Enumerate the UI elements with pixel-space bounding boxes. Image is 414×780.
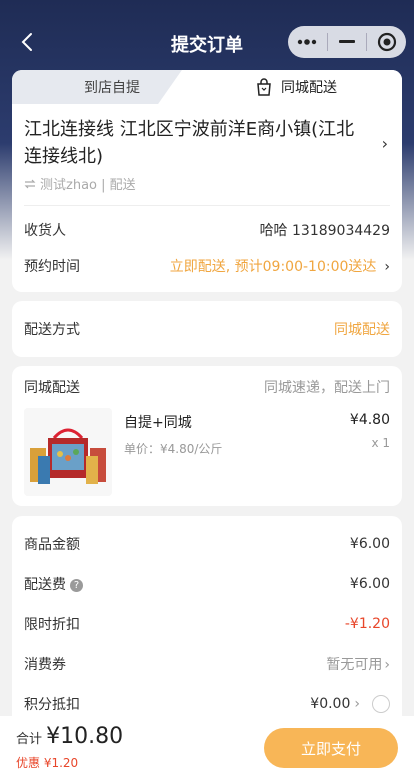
goods-section-title: 同城配送 xyxy=(24,380,80,396)
goods-section-subtitle: 同城速递，配送上门 xyxy=(264,380,390,396)
shipping-row: 配送费? ¥6.00 xyxy=(12,572,402,596)
goods-total-row: 商品金额 ¥6.00 xyxy=(12,516,402,572)
tab-delivery-label: 同城配送 xyxy=(281,80,337,96)
delivery-method-value: 同城配送 xyxy=(334,322,390,338)
receiver-value: 哈哈 13189034429 xyxy=(259,223,390,239)
schedule-value: 立即配送, 预计09:00-10:00送达 xyxy=(169,259,377,275)
coupon-value: 暂无可用 xyxy=(326,657,383,673)
discount-row: 限时折扣 -¥1.20 xyxy=(12,596,402,652)
receiver-label: 收货人 xyxy=(24,223,66,239)
goods-quantity: x 1 xyxy=(371,436,390,450)
close-button[interactable] xyxy=(367,26,406,58)
shopping-bag-icon xyxy=(257,78,271,96)
delivery-method-card[interactable]: 配送方式 同城配送 xyxy=(12,301,402,357)
more-button[interactable] xyxy=(288,26,327,58)
goods-total-value: ¥6.00 xyxy=(349,536,390,552)
total-amount: ¥10.80 xyxy=(46,724,124,749)
more-dots-icon xyxy=(298,39,317,45)
address-title: 江北连接线 江北区宁波前洋E商小镇(江北连接线北) xyxy=(24,119,355,167)
shipping-label: 配送费 xyxy=(24,577,66,593)
pay-now-button[interactable]: 立即支付 xyxy=(264,728,398,768)
address-contact: 测试zhao | 配送 xyxy=(24,174,390,206)
chevron-right-icon: › xyxy=(384,657,390,673)
minus-icon xyxy=(338,40,355,43)
goods-total-label: 商品金额 xyxy=(24,537,80,553)
goods-item: 自提+同城 单价：¥4.80/公斤 ¥4.80 x 1 xyxy=(12,408,402,496)
address-selector[interactable]: 江北连接线 江北区宁波前洋E商小镇(江北连接线北) › 测试zhao | 配送 xyxy=(12,104,402,206)
chevron-right-icon: › xyxy=(384,259,390,275)
discount-value: -¥1.20 xyxy=(344,616,390,632)
receiver-row: 收货人 哈哈 13189034429 xyxy=(12,208,402,252)
points-value: ¥0.00 xyxy=(310,696,351,712)
goods-unit-price: 单价：¥4.80/公斤 xyxy=(124,442,223,456)
goods-amount: ¥4.80 xyxy=(349,412,390,428)
navigation-bar: 提交订单 xyxy=(0,22,414,64)
discount-label: 限时折扣 xyxy=(24,617,80,633)
total-label: 合计 xyxy=(16,732,43,747)
help-icon[interactable]: ? xyxy=(70,578,83,592)
schedule-label: 预约时间 xyxy=(24,259,80,275)
summary-card: 商品金额 ¥6.00 配送费? ¥6.00 限时折扣 -¥1.20 消费券 暂无… xyxy=(12,516,402,726)
checkout-bar: 合计 ¥10.80 优惠 ¥1.20 立即支付 xyxy=(0,716,414,780)
delivery-tabs: 到店自提 同城配送 xyxy=(12,70,402,104)
coupon-label: 消费券 xyxy=(24,657,66,673)
chevron-right-icon: › xyxy=(354,696,360,712)
mini-program-capsule xyxy=(288,26,406,58)
contact-text: 测试zhao | 配送 xyxy=(40,178,136,193)
points-radio[interactable] xyxy=(372,695,390,713)
order-total: 合计 ¥10.80 xyxy=(16,724,123,749)
goods-info: 自提+同城 单价：¥4.80/公斤 ¥4.80 x 1 xyxy=(124,408,390,496)
shipping-value: ¥6.00 xyxy=(349,576,390,592)
points-label: 积分抵扣 xyxy=(24,697,80,713)
swap-icon xyxy=(24,179,36,188)
schedule-row[interactable]: 预约时间 立即配送, 预计09:00-10:00送达 › xyxy=(12,252,402,280)
target-icon xyxy=(377,32,396,52)
minimize-button[interactable] xyxy=(328,26,367,58)
product-image xyxy=(24,408,112,496)
chevron-right-icon: › xyxy=(381,134,388,153)
coupon-row[interactable]: 消费券 暂无可用 › xyxy=(12,652,402,676)
tab-delivery[interactable]: 同城配送 xyxy=(190,70,402,104)
total-discount: 优惠 ¥1.20 xyxy=(16,756,79,770)
delivery-method-label: 配送方式 xyxy=(24,322,80,338)
tab-pickup-label: 到店自提 xyxy=(84,80,140,96)
address-card: 到店自提 同城配送 江北连接线 江北区宁波前洋E商小镇(江北连接线北) › 测试… xyxy=(12,70,402,292)
goods-card: 同城配送 同城速递，配送上门 自提+同城 单价：¥4.80/公斤 ¥4.80 x… xyxy=(12,366,402,506)
